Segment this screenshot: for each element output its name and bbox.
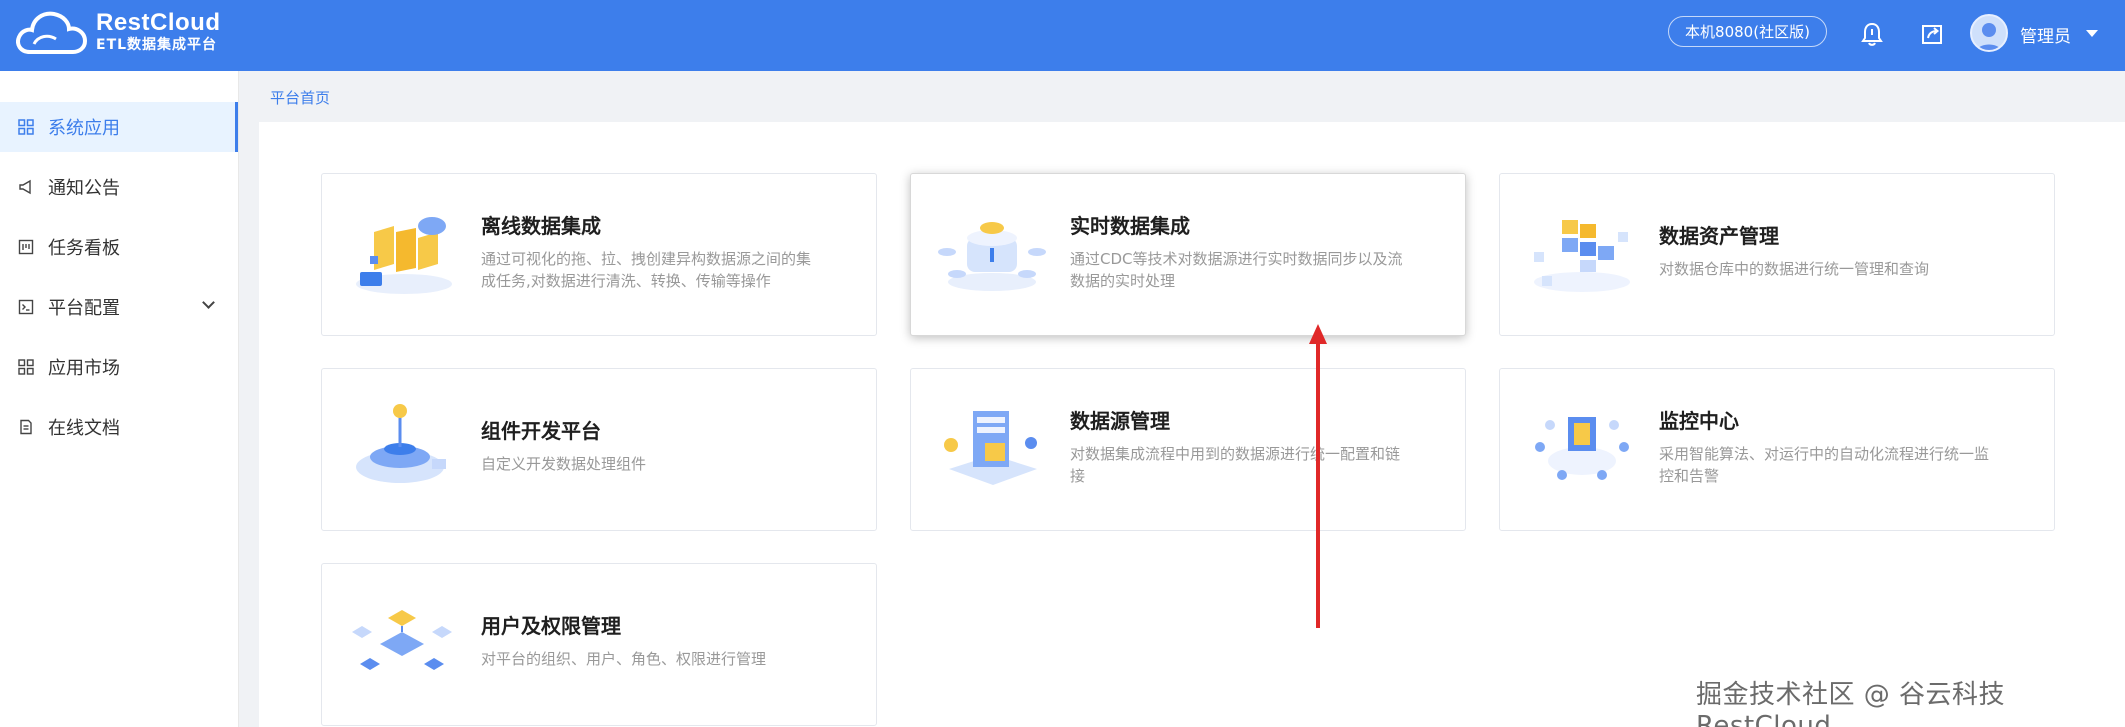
bell-icon[interactable] [1858, 20, 1886, 48]
card-title: 实时数据集成 [1070, 214, 1190, 238]
sidebar-item-label: 任务看板 [48, 238, 120, 259]
card-realtime-integration[interactable]: 实时数据集成 通过CDC等技术对数据源进行实时数据同步以及流数据的实时处理 [910, 173, 1466, 336]
sidebar: 系统应用 通知公告 任务看板 平台配置 应用市场 在线文档 [0, 71, 239, 727]
card-monitoring-center[interactable]: 监控中心 采用智能算法、对运行中的自动化流程进行统一监控和告警 [1499, 368, 2055, 531]
user-avatar[interactable] [1970, 14, 2008, 52]
annotation-arrow-icon [1309, 324, 1327, 628]
datasource-illustration-icon [944, 411, 1037, 485]
megaphone-icon [19, 179, 31, 195]
document-icon [20, 419, 32, 435]
card-title: 监控中心 [1659, 409, 1739, 433]
logo-subtitle: ETL数据集成平台 [96, 37, 218, 53]
offline-integration-illustration-icon [356, 217, 452, 294]
sidebar-item-system-apps[interactable]: 系统应用 [0, 102, 238, 152]
card-description: 通过CDC等技术对数据源进行实时数据同步以及流数据的实时处理 [1070, 250, 1403, 290]
grid-icon [18, 119, 34, 135]
cloud-logo-icon [16, 11, 88, 54]
board-icon [18, 239, 34, 255]
sidebar-item-notices[interactable]: 通知公告 [0, 162, 238, 212]
top-header: RestCloud ETL数据集成平台 本机8080(社区版) 管理员 [0, 0, 2125, 71]
realtime-integration-illustration-icon [938, 222, 1046, 291]
card-description: 自定义开发数据处理组件 [481, 455, 647, 473]
main-panel: 离线数据集成 通过可视化的拖、拉、拽创建异构数据源之间的集成任务,对数据进行清洗… [259, 122, 2125, 727]
card-title: 用户及权限管理 [481, 614, 621, 638]
grid-icon [18, 359, 34, 375]
caret-down-icon[interactable] [2086, 30, 2098, 37]
watermark: 掘金技术社区 @ 谷云科技RestCloud [1696, 680, 2006, 727]
card-data-asset-management[interactable]: 数据资产管理 对数据仓库中的数据进行统一管理和查询 [1499, 173, 2055, 336]
sidebar-item-platform-config[interactable]: 平台配置 [0, 282, 238, 332]
card-title: 组件开发平台 [481, 419, 601, 443]
card-user-permission-management[interactable]: 用户及权限管理 对平台的组织、用户、角色、权限进行管理 [321, 563, 877, 726]
card-datasource-management[interactable]: 数据源管理 对数据集成流程中用到的数据源进行统一配置和链接 [910, 368, 1466, 531]
sidebar-item-label: 平台配置 [48, 298, 120, 319]
card-description: 采用智能算法、对运行中的自动化流程进行统一监控和告警 [1659, 445, 1990, 485]
monitoring-illustration-icon [1535, 417, 1629, 480]
card-description: 对数据集成流程中用到的数据源进行统一配置和链接 [1070, 445, 1401, 485]
card-title: 数据源管理 [1070, 409, 1170, 433]
chevron-down-icon[interactable] [202, 296, 215, 309]
user-name[interactable]: 管理员 [2020, 22, 2071, 47]
user-permission-illustration-icon [352, 610, 452, 670]
sidebar-item-online-docs[interactable]: 在线文档 [0, 402, 238, 452]
data-asset-illustration-icon [1534, 220, 1630, 292]
card-description: 对数据仓库中的数据进行统一管理和查询 [1659, 260, 1930, 278]
card-component-dev-platform[interactable]: 组件开发平台 自定义开发数据处理组件 [321, 368, 877, 531]
card-description: 通过可视化的拖、拉、拽创建异构数据源之间的集成任务,对数据进行清洗、转换、传输等… [481, 250, 812, 290]
logo-title: RestCloud [96, 9, 221, 36]
card-description: 对平台的组织、用户、角色、权限进行管理 [481, 650, 767, 668]
breadcrumb[interactable]: 平台首页 [270, 87, 330, 108]
sidebar-item-app-market[interactable]: 应用市场 [0, 342, 238, 392]
card-title: 离线数据集成 [481, 214, 601, 238]
sidebar-item-label: 通知公告 [48, 178, 120, 199]
component-dev-illustration-icon [356, 404, 446, 483]
card-offline-integration[interactable]: 离线数据集成 通过可视化的拖、拉、拽创建异构数据源之间的集成任务,对数据进行清洗… [321, 173, 877, 336]
card-title: 数据资产管理 [1659, 224, 1779, 248]
sidebar-item-label: 系统应用 [48, 118, 120, 139]
sidebar-item-label: 应用市场 [48, 358, 120, 379]
sidebar-item-label: 在线文档 [48, 418, 120, 439]
terminal-icon [18, 299, 34, 315]
share-icon[interactable] [1918, 20, 1946, 48]
logo[interactable]: RestCloud ETL数据集成平台 [16, 8, 221, 56]
environment-badge[interactable]: 本机8080(社区版) [1668, 16, 1827, 47]
sidebar-item-task-board[interactable]: 任务看板 [0, 222, 238, 272]
